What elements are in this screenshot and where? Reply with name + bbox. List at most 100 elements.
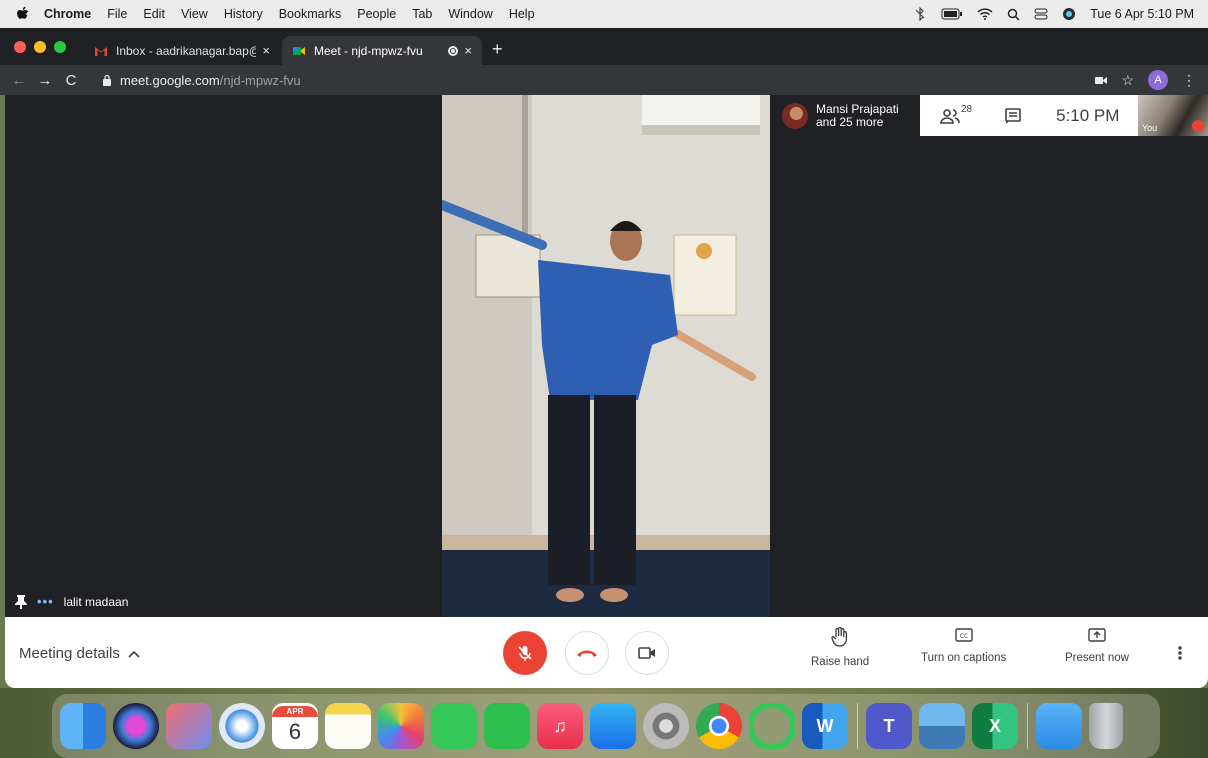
- siri-app-icon[interactable]: [113, 703, 159, 749]
- meeting-details-label: Meeting details: [19, 645, 120, 662]
- preview-icon[interactable]: [919, 703, 965, 749]
- finder-icon[interactable]: [60, 703, 106, 749]
- minimize-window-button[interactable]: [34, 41, 46, 53]
- hang-up-icon: [577, 650, 597, 657]
- facetime-icon[interactable]: [484, 703, 530, 749]
- safari-icon[interactable]: [219, 703, 265, 749]
- forward-arrow-icon[interactable]: →: [32, 72, 58, 89]
- menu-chrome[interactable]: Chrome: [44, 7, 91, 21]
- trash-icon[interactable]: [1089, 703, 1123, 749]
- dock-separator: [857, 703, 858, 749]
- url-domain: meet.google.com: [120, 72, 220, 88]
- tab-meet[interactable]: Meet - njd-mpwz-fvu ×: [282, 36, 482, 65]
- chrome-icon[interactable]: [696, 703, 742, 749]
- new-tab-button[interactable]: +: [492, 40, 503, 58]
- present-now-button[interactable]: Present now: [1065, 627, 1129, 664]
- chrome-menu-icon[interactable]: ⋮: [1182, 72, 1196, 89]
- zoom-window-button[interactable]: [54, 41, 66, 53]
- raise-hand-label: Raise hand: [811, 656, 870, 668]
- close-tab-icon[interactable]: ×: [262, 43, 270, 58]
- battery-icon[interactable]: [941, 8, 963, 20]
- mic-toggle-button[interactable]: [503, 631, 547, 675]
- menu-people[interactable]: People: [357, 7, 396, 21]
- back-arrow-icon[interactable]: ←: [6, 72, 32, 89]
- menu-history[interactable]: History: [224, 7, 263, 21]
- bluetooth-off-icon[interactable]: [913, 7, 927, 21]
- menu-view[interactable]: View: [181, 7, 208, 21]
- meet-stage: ••• lalit madaan Mansi Prajapati and 25 …: [5, 95, 1208, 617]
- self-label: You: [1142, 123, 1158, 133]
- meeting-clock: 5:10 PM: [1056, 105, 1120, 125]
- tab-gmail-inbox[interactable]: Inbox - aadrikanagar.bap@knc ×: [84, 36, 280, 65]
- calendar-day: 6: [288, 718, 302, 744]
- raise-hand-button[interactable]: Raise hand: [811, 627, 869, 668]
- loading-app-icon[interactable]: [749, 703, 795, 749]
- participant-count: 28: [961, 103, 973, 115]
- menu-bookmarks[interactable]: Bookmarks: [279, 7, 342, 21]
- mic-off-icon: [518, 646, 532, 661]
- microsoft-word-icon[interactable]: W: [802, 703, 848, 749]
- hand-icon: [831, 627, 848, 647]
- self-view-tile[interactable]: You: [1138, 95, 1208, 136]
- close-window-button[interactable]: [14, 41, 26, 53]
- siri-icon[interactable]: [1062, 7, 1076, 21]
- mic-off-icon: [1192, 120, 1204, 132]
- speaker-name: Mansi Prajapati: [816, 101, 899, 116]
- chat-icon[interactable]: [1004, 107, 1022, 125]
- speaking-indicator-icon: •••: [37, 594, 54, 609]
- address-bar[interactable]: meet.google.com /njd-mpwz-fvu: [96, 69, 1136, 91]
- captions-button[interactable]: CC Turn on captions: [921, 627, 1006, 664]
- captions-label: Turn on captions: [921, 652, 1007, 664]
- photos-icon[interactable]: [378, 703, 424, 749]
- calendar-icon[interactable]: APR 6: [272, 703, 318, 749]
- participant-avatar: [782, 102, 808, 129]
- participant-video[interactable]: [442, 95, 770, 617]
- app-store-icon[interactable]: [590, 703, 636, 749]
- pin-icon[interactable]: [15, 594, 27, 609]
- profile-avatar[interactable]: A: [1148, 70, 1168, 90]
- more-options-icon[interactable]: [1177, 645, 1183, 661]
- launchpad-icon[interactable]: [166, 703, 212, 749]
- camera-toggle-button[interactable]: [625, 631, 669, 675]
- meeting-details-button[interactable]: Meeting details: [19, 645, 140, 662]
- camera-in-use-icon[interactable]: [1095, 76, 1108, 85]
- control-center-icon[interactable]: [1034, 8, 1048, 20]
- menu-help[interactable]: Help: [509, 7, 535, 21]
- meeting-info-panel: 28 5:10 PM: [920, 95, 1138, 136]
- menu-edit[interactable]: Edit: [143, 7, 165, 21]
- meeting-controls-bar: Meeting details Raise hand CC Turn on ca…: [5, 617, 1208, 688]
- close-tab-icon[interactable]: ×: [464, 43, 472, 58]
- downloads-folder-icon[interactable]: [1036, 703, 1082, 749]
- tab-title: Meet - njd-mpwz-fvu: [314, 43, 423, 58]
- google-meet-icon: [293, 46, 305, 55]
- speaker-more: and 25 more: [816, 114, 884, 129]
- macos-dock: APR 6 ♫ W T X: [52, 694, 1160, 758]
- leave-call-button[interactable]: [565, 631, 609, 675]
- menu-window[interactable]: Window: [448, 7, 492, 21]
- active-speakers-chip[interactable]: Mansi Prajapati and 25 more: [776, 95, 922, 136]
- menu-file[interactable]: File: [107, 7, 127, 21]
- messages-icon[interactable]: [431, 703, 477, 749]
- present-screen-icon: [1088, 628, 1106, 642]
- bookmark-star-icon[interactable]: ☆: [1121, 72, 1134, 89]
- notes-icon[interactable]: [325, 703, 371, 749]
- browser-toolbar: ← → C meet.google.com /njd-mpwz-fvu ☆ A …: [0, 65, 1208, 95]
- people-button[interactable]: 28: [940, 104, 972, 124]
- music-icon[interactable]: ♫: [537, 703, 583, 749]
- spotlight-search-icon[interactable]: [1007, 8, 1020, 21]
- window-controls: [14, 41, 66, 53]
- camera-icon: [638, 647, 655, 659]
- svg-text:CC: CC: [959, 633, 967, 640]
- system-preferences-icon[interactable]: [643, 703, 689, 749]
- microsoft-teams-icon[interactable]: T: [866, 703, 912, 749]
- participant-name-tag: ••• lalit madaan: [15, 594, 128, 609]
- apple-icon[interactable]: [16, 6, 30, 22]
- menubar-clock[interactable]: Tue 6 Apr 5:10 PM: [1090, 7, 1194, 21]
- wifi-icon[interactable]: [977, 8, 993, 20]
- participant-name: lalit madaan: [63, 594, 129, 609]
- present-now-label: Present now: [1065, 652, 1129, 664]
- reload-icon[interactable]: C: [58, 72, 84, 89]
- lock-icon[interactable]: [102, 74, 112, 86]
- microsoft-excel-icon[interactable]: X: [972, 703, 1018, 749]
- menu-tab[interactable]: Tab: [412, 7, 432, 21]
